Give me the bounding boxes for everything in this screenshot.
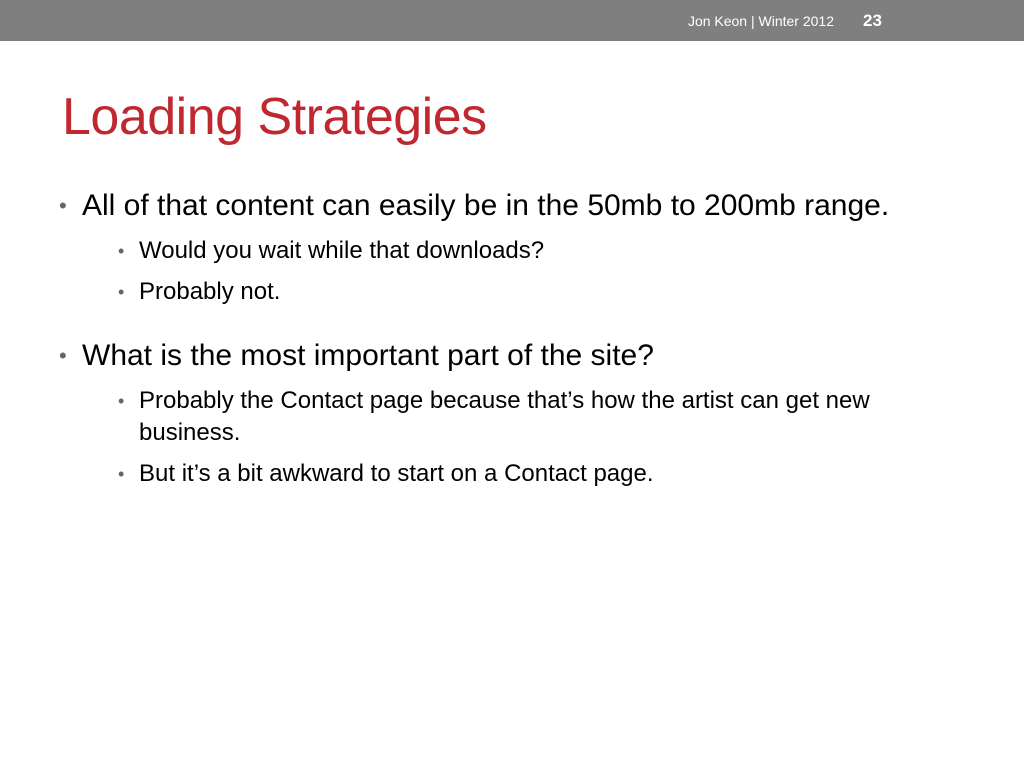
sub-bullet-item: • Probably the Contact page because that… (82, 385, 956, 449)
sub-bullet-item: • Would you wait while that downloads? (82, 235, 956, 267)
bullet-list: • All of that content can easily be in t… (56, 186, 956, 490)
bullet-icon: • (118, 282, 125, 302)
sub-bullet-text: Probably the Contact page because that’s… (139, 387, 870, 446)
sub-bullet-text: Probably not. (139, 278, 281, 305)
footer-text: Jon Keon | Winter 2012 (687, 13, 834, 29)
bullet-icon: • (118, 464, 125, 484)
sub-bullet-item: • But it’s a bit awkward to start on a C… (82, 458, 956, 490)
bullet-icon: • (59, 193, 67, 218)
bullet-icon: • (118, 391, 125, 411)
slide-number: 23 (863, 11, 882, 30)
bullet-text: What is the most important part of the s… (82, 339, 654, 372)
header-bar: Jon Keon | Winter 2012 23 (0, 0, 1024, 41)
sub-bullet-text: Would you wait while that downloads? (139, 237, 545, 264)
sub-bullet-item: • Probably not. (82, 276, 956, 308)
slide: Jon Keon | Winter 2012 23 Loading Strate… (0, 0, 1024, 768)
bullet-item: • What is the most important part of the… (56, 336, 956, 490)
sub-bullet-list: • Probably the Contact page because that… (82, 385, 956, 490)
page-title: Loading Strategies (62, 88, 487, 146)
bullet-item: • All of that content can easily be in t… (56, 186, 956, 308)
sub-bullet-list: • Would you wait while that downloads? •… (82, 235, 956, 308)
sub-bullet-text: But it’s a bit awkward to start on a Con… (139, 460, 654, 487)
bullet-text: All of that content can easily be in the… (82, 189, 890, 222)
slide-content: • All of that content can easily be in t… (56, 186, 956, 499)
bullet-icon: • (118, 241, 125, 261)
bullet-icon: • (59, 343, 67, 368)
